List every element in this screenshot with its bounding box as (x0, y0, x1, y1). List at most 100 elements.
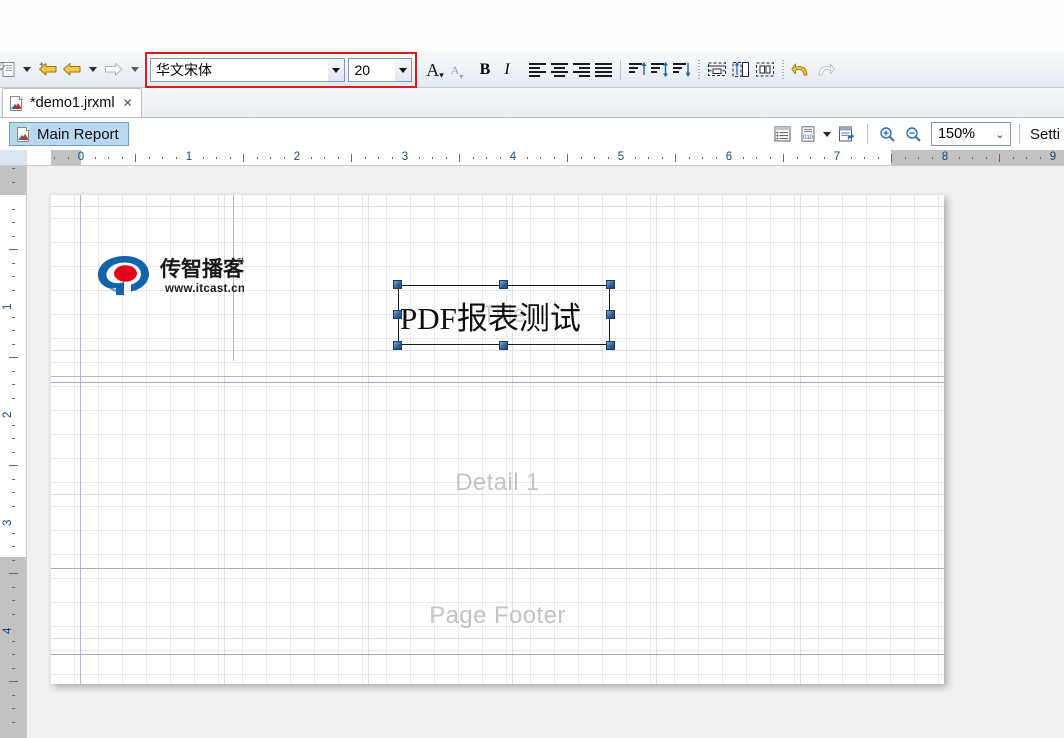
font-size-dropdown-button[interactable] (394, 59, 411, 81)
font-name-combo[interactable]: 华文宋体 (150, 58, 346, 82)
undo-dropdown[interactable] (89, 67, 97, 72)
export-button[interactable] (0, 57, 18, 83)
italic-icon: I (504, 60, 510, 78)
ruler-tick (391, 157, 393, 159)
fit-content-button[interactable] (753, 57, 777, 83)
vruler-tick (12, 262, 15, 264)
align-left-button[interactable] (526, 57, 548, 83)
close-icon[interactable]: ✕ (123, 96, 133, 110)
zoom-level-combo[interactable]: 150% ⌄ (930, 122, 1011, 146)
show-data-button[interactable]: 010 (796, 121, 822, 147)
undo-button[interactable] (60, 57, 84, 83)
font-name-value[interactable]: 华文宋体 (151, 60, 327, 80)
band-label-page-footer: Page Footer (429, 602, 566, 629)
align-center-button[interactable] (548, 57, 570, 83)
resize-handle-sw[interactable] (393, 341, 402, 350)
resize-handle-nw[interactable] (393, 280, 402, 289)
redo-button[interactable] (102, 57, 126, 83)
main-report-tab[interactable]: Main Report (9, 122, 129, 146)
undo-all-button[interactable] (36, 57, 60, 83)
fit-height-button[interactable] (729, 57, 753, 83)
undo-curved-button[interactable] (789, 57, 813, 83)
undo-arrow-icon (63, 62, 81, 75)
vruler-tick (12, 370, 15, 372)
ruler-tick (648, 157, 649, 159)
svg-text:010: 010 (803, 135, 814, 141)
vruler-tick (12, 694, 15, 696)
vruler-tick (12, 451, 15, 453)
resize-handle-se[interactable] (606, 341, 615, 350)
vruler-tick (12, 384, 15, 385)
export-icon (0, 61, 15, 77)
italic-button[interactable]: I (496, 57, 518, 83)
ruler-tick (486, 157, 487, 159)
fit-width-button[interactable] (705, 57, 729, 83)
ruler-label: 2 (293, 151, 301, 163)
align-justify-icon (594, 62, 612, 77)
show-bands-button[interactable] (770, 121, 796, 147)
font-name-dropdown-button[interactable] (327, 59, 345, 81)
settings-label[interactable]: Setti (1022, 126, 1060, 143)
ruler-tick (742, 157, 744, 159)
zoom-out-icon (906, 126, 922, 142)
vruler-tick (12, 330, 15, 331)
resize-handle-e[interactable] (606, 310, 615, 319)
bold-button[interactable]: B (474, 57, 496, 83)
valign-top-button[interactable] (627, 57, 649, 83)
increase-font-button[interactable]: A ▾ (424, 57, 446, 83)
ruler-label: 3 (401, 151, 409, 163)
horizontal-ruler-track[interactable]: 0 1 2 3 4 5 6 7 8 9 (27, 150, 1064, 165)
ruler-tick (148, 157, 150, 159)
jrxml-file-icon (9, 95, 24, 111)
chevron-down-icon[interactable]: ⌄ (990, 128, 1010, 141)
vruler-tick (12, 276, 15, 277)
ruler-tick (1039, 157, 1041, 159)
ruler-tick (324, 157, 325, 159)
valign-bottom-icon (673, 62, 691, 77)
report-design-canvas[interactable]: Detail 1 Page Footer 传智播客 TM www.itcast.… (28, 166, 1064, 738)
fit-width-icon (708, 62, 726, 76)
ruler-label: 7 (833, 151, 841, 163)
resize-handle-w[interactable] (393, 310, 402, 319)
itcast-logo[interactable]: 传智播客 TM www.itcast.cn (94, 252, 247, 298)
ruler-tick (432, 157, 433, 159)
ruler-tick (688, 157, 690, 159)
align-justify-button[interactable] (592, 57, 614, 83)
vruler-tick (12, 613, 15, 615)
title-text-field[interactable]: Title PDF报表测试 (393, 280, 615, 350)
zoom-out-button[interactable] (901, 121, 927, 147)
font-size-value[interactable]: 20 (349, 62, 394, 78)
vruler-tick (12, 654, 15, 655)
report-page[interactable]: Detail 1 Page Footer 传智播客 TM www.itcast.… (51, 195, 944, 684)
zoom-in-button[interactable] (875, 121, 901, 147)
export-dropdown[interactable] (23, 67, 31, 72)
resize-handle-n[interactable] (499, 280, 508, 289)
vertical-ruler[interactable]: 1 2 3 4 (0, 166, 27, 738)
ruler-label: 9 (1049, 151, 1057, 163)
toolbar-dotted-separator (698, 59, 700, 80)
valign-bottom-button[interactable] (671, 57, 693, 83)
ruler-tick (364, 157, 366, 159)
align-right-button[interactable] (570, 57, 592, 83)
decrease-font-button[interactable]: A ▾ (446, 57, 468, 83)
report-toolbar: Main Report 010 150% ⌄ Setti (0, 118, 1064, 150)
tab-demo1-jrxml[interactable]: *demo1.jrxml ✕ (2, 88, 142, 117)
vruler-tick (9, 249, 18, 250)
redo-curved-button[interactable] (813, 57, 837, 83)
undo-curved-icon (791, 63, 808, 75)
ruler-tick (661, 157, 663, 159)
font-size-combo[interactable]: 20 (348, 58, 412, 82)
redo-dropdown[interactable] (131, 67, 139, 72)
ruler-tick (823, 157, 825, 159)
fit-height-icon (732, 62, 749, 77)
zoom-level-value[interactable]: 150% (932, 126, 990, 142)
ruler-tick (985, 157, 987, 159)
vruler-tick (12, 289, 15, 291)
ruler-tick (540, 157, 541, 159)
resize-handle-s[interactable] (499, 341, 508, 350)
report-settings-button[interactable] (834, 121, 860, 147)
ruler-tick (904, 157, 906, 159)
show-data-dropdown[interactable] (822, 131, 831, 137)
resize-handle-ne[interactable] (606, 280, 615, 289)
valign-middle-button[interactable] (649, 57, 671, 83)
